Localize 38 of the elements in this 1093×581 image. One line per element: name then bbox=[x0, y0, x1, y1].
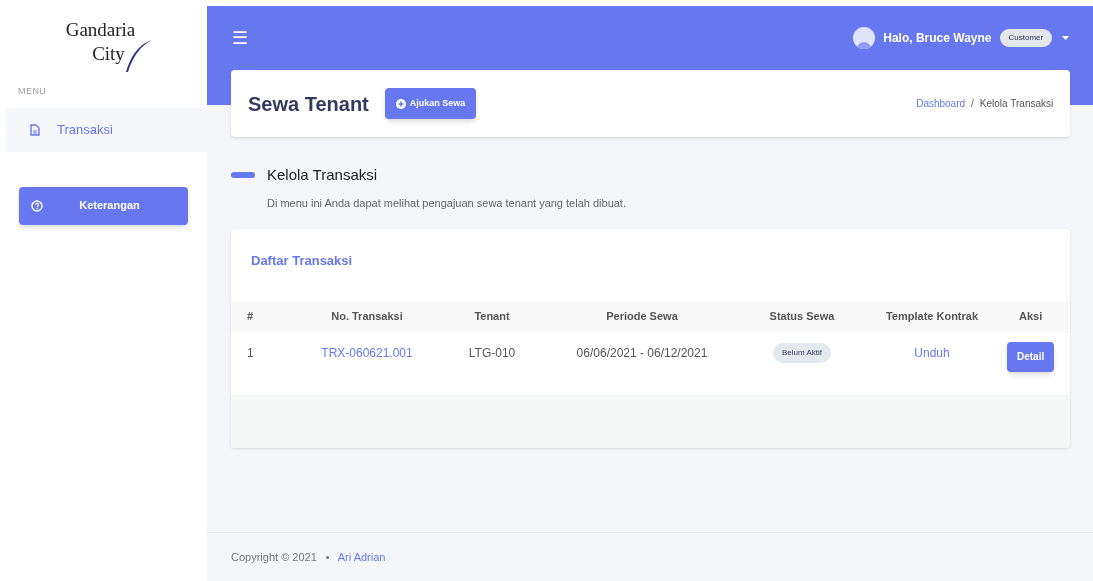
column-header: Tenant bbox=[473, 309, 511, 325]
section-description: Di menu ini Anda dapat melihat pengajuan sewa tenant yang telah dibuat. bbox=[267, 195, 627, 211]
caret-icon[interactable] bbox=[1062, 36, 1070, 40]
page-title: Sewa Tenant bbox=[248, 91, 369, 117]
column-header: Periode Sewa bbox=[605, 309, 679, 325]
download-link[interactable]: Unduh bbox=[914, 345, 950, 360]
column-header: Aksi bbox=[1018, 309, 1044, 325]
question-icon bbox=[31, 199, 43, 212]
breadcrumb-separator: / bbox=[971, 97, 974, 111]
user-avatar[interactable] bbox=[853, 27, 876, 49]
table-cell-text: 1 bbox=[247, 344, 255, 362]
column-header: Status Sewa bbox=[768, 309, 836, 325]
status-badge: Belum Aktif bbox=[773, 342, 831, 363]
detail-button[interactable]: Detail bbox=[1007, 341, 1055, 372]
document-icon bbox=[30, 123, 40, 136]
user-greeting[interactable]: Halo, Bruce Wayne bbox=[883, 29, 992, 47]
transaction-link[interactable]: TRX-060621.001 bbox=[321, 345, 413, 360]
section-marker bbox=[231, 172, 255, 179]
breadcrumb-item[interactable]: Dashboard bbox=[916, 96, 966, 111]
section-title: Kelola Transaksi bbox=[267, 165, 378, 185]
breadcrumb-item: Kelola Transaksi bbox=[979, 97, 1054, 111]
column-header: No. Transaksi bbox=[330, 309, 404, 325]
help-button[interactable]: Keterangan bbox=[19, 186, 188, 225]
plus-circle-icon bbox=[395, 98, 406, 109]
author-link[interactable]: Ari Adrian bbox=[337, 548, 386, 566]
column-header: # bbox=[247, 309, 255, 325]
logo: Gandaria City bbox=[65, 18, 142, 85]
swoosh-icon bbox=[123, 38, 152, 72]
submit-rental-button[interactable]: Ajukan Sewa bbox=[384, 88, 477, 119]
table-title: Daftar Transaksi bbox=[250, 252, 354, 270]
table-cell-text: 06/06/2021 - 06/12/2021 bbox=[575, 344, 709, 362]
sidebar-item[interactable]: Transaksi bbox=[6, 107, 207, 152]
menu-icon[interactable]: ☰ bbox=[232, 24, 248, 52]
role-badge: Customer bbox=[999, 29, 1053, 47]
copyright-text: Copyright © 2021 bbox=[231, 549, 317, 565]
table-cell-text: LTG-010 bbox=[467, 344, 517, 362]
column-header: Template Kontrak bbox=[884, 309, 980, 325]
menu-heading: MENU bbox=[17, 85, 48, 98]
